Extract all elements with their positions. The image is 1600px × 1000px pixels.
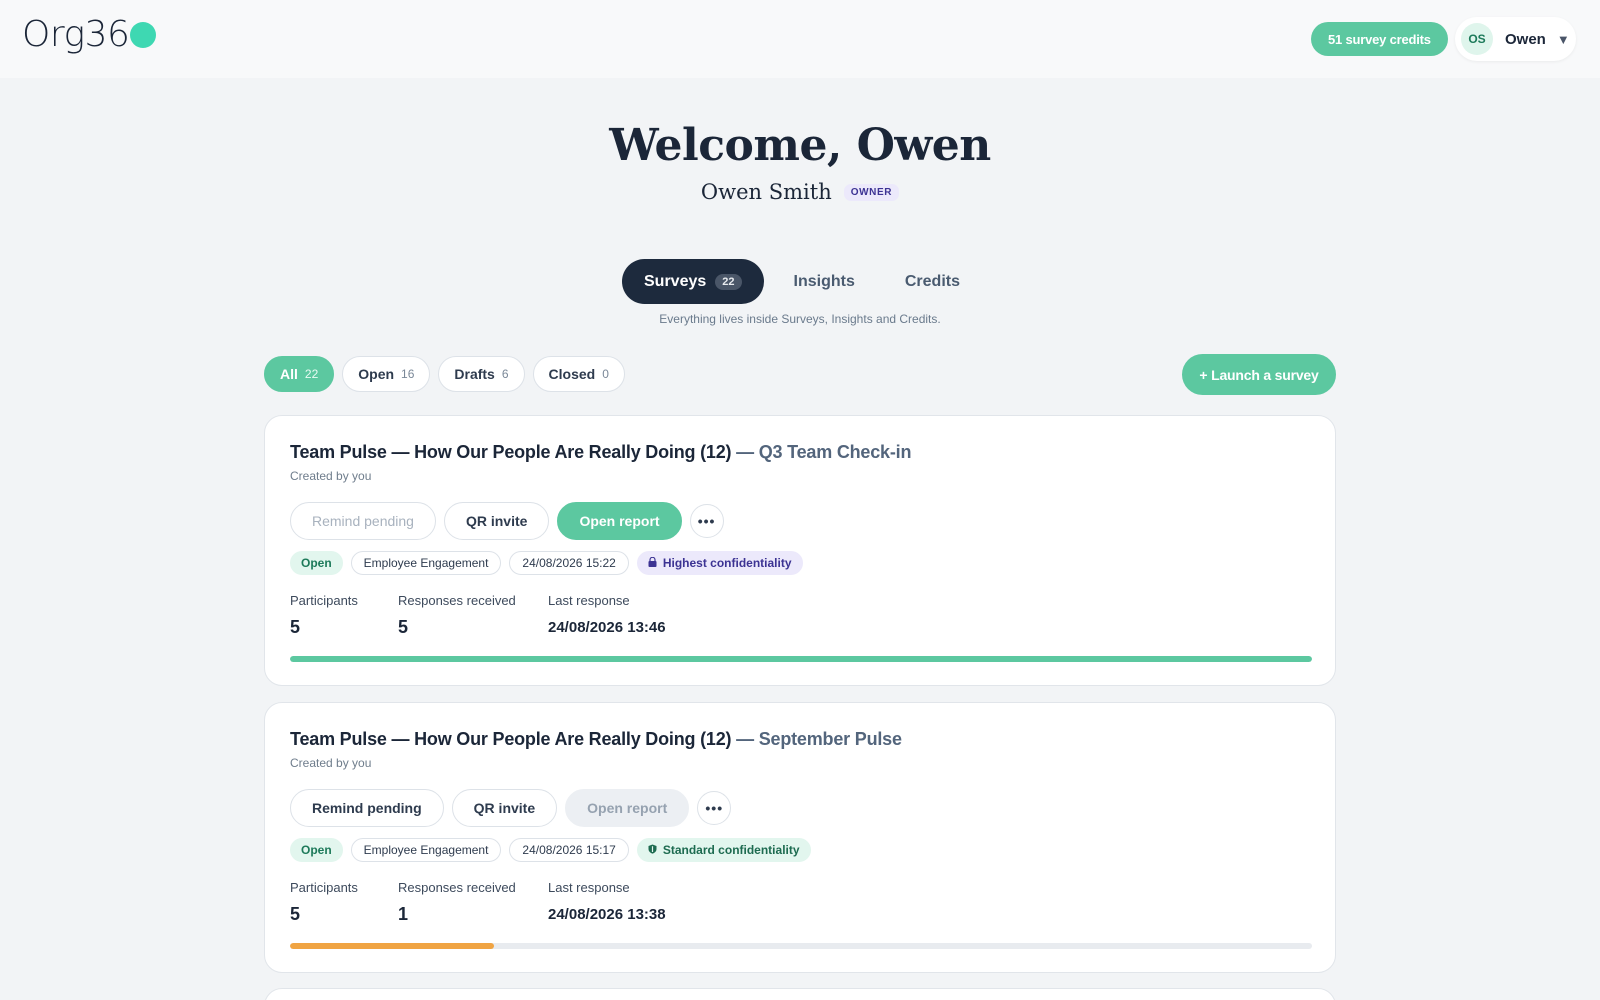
- filter-label: All: [280, 366, 298, 382]
- more-options-icon[interactable]: •••: [697, 791, 732, 825]
- main-tabs: Surveys 22 Insights Credits: [622, 259, 982, 304]
- status-badge: Open: [290, 838, 343, 862]
- response-progress-bar: [290, 656, 1312, 662]
- stat-responses: Responses received 5: [398, 593, 548, 638]
- stat-value: 24/08/2026 13:38: [548, 906, 666, 923]
- stat-label: Responses received: [398, 593, 516, 608]
- stat-value: 24/08/2026 13:46: [548, 619, 666, 636]
- stat-value: 5: [398, 617, 409, 637]
- filter-count: 0: [602, 367, 609, 381]
- filter-count: 22: [304, 367, 319, 381]
- date-tag: 24/08/2026 15:17: [509, 838, 629, 862]
- response-progress-fill: [290, 656, 1312, 662]
- stat-label: Responses received: [398, 880, 516, 895]
- logo-dot-icon: [130, 21, 157, 48]
- stat-participants: Participants 5: [290, 593, 398, 638]
- survey-creator: Created by you: [290, 756, 372, 770]
- survey-card: Team Pulse — How Our People Are Really D…: [264, 415, 1336, 686]
- status-badge: Open: [290, 551, 343, 575]
- tab-surveys-count: 22: [715, 273, 742, 290]
- open-report-button[interactable]: Open report: [557, 502, 682, 540]
- filter-label: Closed: [548, 366, 596, 382]
- chevron-down-icon: ▼: [1556, 31, 1570, 47]
- category-tag: Employee Engagement: [350, 838, 502, 862]
- avatar: OS: [1461, 23, 1493, 55]
- top-bar: Org36 51 survey credits OS Owen ▼: [0, 0, 1600, 78]
- survey-stats: Participants 5 Responses received 1 Last…: [290, 880, 666, 925]
- stat-label: Participants: [290, 593, 358, 608]
- tab-insights[interactable]: Insights: [772, 259, 877, 304]
- filter-count: 16: [401, 367, 415, 381]
- stat-value: 5: [290, 617, 301, 637]
- survey-name: Team Pulse — How Our People Are Really D…: [290, 729, 732, 749]
- stat-label: Last response: [548, 593, 630, 608]
- filter-open[interactable]: Open 16: [342, 356, 431, 392]
- filter-label: Open: [358, 366, 395, 382]
- qr-invite-button[interactable]: QR invite: [443, 502, 550, 540]
- survey-actions: Remind pending QR invite Open report •••: [290, 789, 732, 827]
- survey-tags: Open Employee Engagement 24/08/2026 15:2…: [290, 551, 811, 575]
- stat-participants: Participants 5: [290, 880, 398, 925]
- stat-label: Participants: [290, 880, 358, 895]
- survey-tags: Open Employee Engagement 24/08/2026 15:1…: [290, 838, 819, 862]
- tab-surveys-label: Surveys: [644, 272, 707, 290]
- shield-icon: [648, 844, 657, 856]
- launch-survey-button[interactable]: + Launch a survey: [1182, 354, 1336, 395]
- filter-drafts[interactable]: Drafts 6: [438, 356, 525, 392]
- stat-last-response: Last response 24/08/2026 13:38: [548, 880, 666, 925]
- survey-title[interactable]: Team Pulse — How Our People Are Really D…: [290, 442, 911, 463]
- user-name: Owen: [1505, 30, 1546, 48]
- survey-name: Team Pulse — How Our People Are Really D…: [290, 442, 732, 462]
- survey-actions: Remind pending QR invite Open report •••: [290, 502, 724, 540]
- user-full-name: Owen Smith: [700, 180, 832, 204]
- filter-count: 6: [501, 367, 509, 381]
- filter-closed[interactable]: Closed 0: [532, 356, 625, 392]
- survey-subtitle: — Q3 Team Check-in: [736, 442, 912, 462]
- confidentiality-label: Highest confidentiality: [662, 556, 792, 570]
- survey-filters: All 22 Open 16 Drafts 6 Closed 0: [264, 356, 633, 392]
- response-progress-bar: [290, 943, 1312, 949]
- stat-label: Last response: [548, 880, 630, 895]
- date-tag: 24/08/2026 15:22: [509, 551, 629, 575]
- survey-stats: Participants 5 Responses received 5 Last…: [290, 593, 666, 638]
- category-tag: Employee Engagement: [350, 551, 502, 575]
- survey-credits-button[interactable]: 51 survey credits: [1311, 22, 1448, 56]
- qr-invite-button[interactable]: QR invite: [451, 789, 558, 827]
- user-identity: Owen Smith OWNER: [0, 180, 1600, 204]
- confidentiality-tag: Standard confidentiality: [636, 838, 811, 862]
- user-menu[interactable]: OS Owen ▼: [1455, 17, 1576, 61]
- remind-pending-button[interactable]: Remind pending: [290, 789, 444, 827]
- open-report-button[interactable]: Open report: [565, 789, 690, 827]
- survey-creator: Created by you: [290, 469, 372, 483]
- filter-all[interactable]: All 22: [264, 356, 335, 392]
- survey-card: [264, 988, 1336, 1000]
- tabs-hint: Everything lives inside Surveys, Insight…: [659, 312, 941, 326]
- survey-card: Team Pulse — How Our People Are Really D…: [264, 702, 1336, 973]
- app-logo[interactable]: Org36: [22, 14, 157, 55]
- remind-pending-button[interactable]: Remind pending: [290, 502, 436, 540]
- filter-label: Drafts: [454, 366, 495, 382]
- survey-title[interactable]: Team Pulse — How Our People Are Really D…: [290, 729, 902, 750]
- confidentiality-label: Standard confidentiality: [662, 843, 800, 857]
- page-title: Welcome, Owen: [609, 120, 991, 171]
- survey-subtitle: — September Pulse: [736, 729, 902, 749]
- tab-surveys[interactable]: Surveys 22: [622, 259, 764, 304]
- role-badge: OWNER: [843, 183, 900, 201]
- stat-responses: Responses received 1: [398, 880, 548, 925]
- stat-last-response: Last response 24/08/2026 13:46: [548, 593, 666, 638]
- stat-value: 5: [290, 904, 301, 924]
- response-progress-fill: [290, 943, 495, 949]
- logo-text: Org36: [22, 14, 130, 55]
- lock-icon: [648, 556, 657, 569]
- stat-value: 1: [398, 904, 409, 924]
- more-options-icon[interactable]: •••: [689, 504, 724, 538]
- tab-credits[interactable]: Credits: [883, 259, 982, 304]
- confidentiality-tag: Highest confidentiality: [636, 551, 803, 575]
